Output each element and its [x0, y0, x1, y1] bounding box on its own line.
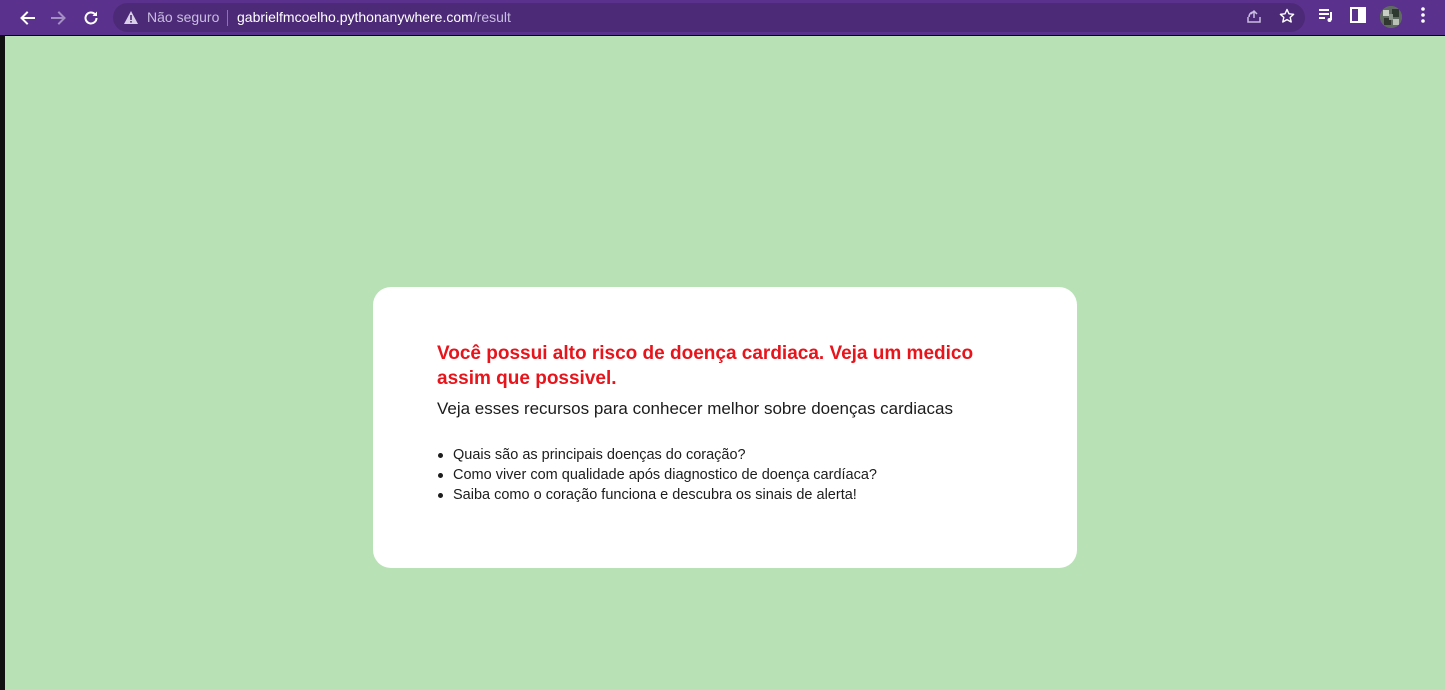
address-bar[interactable]: Não seguro gabrielfmcoelho.pythonanywher… [113, 3, 1305, 32]
risk-warning-title: Você possui alto risco de doença cardiac… [437, 343, 974, 389]
reading-list-button[interactable] [1315, 6, 1337, 28]
share-icon [1246, 8, 1262, 29]
browser-menu-button[interactable] [1412, 6, 1434, 28]
resource-item: Saiba como o coração funciona e descubra… [437, 485, 1037, 505]
url-text[interactable]: gabrielfmcoelho.pythonanywhere.com/resul… [237, 9, 511, 26]
browser-toolbar: Não seguro gabrielfmcoelho.pythonanywher… [0, 0, 1445, 35]
arrow-right-icon [50, 9, 68, 27]
resources-list: Quais são as principais doenças do coraç… [437, 445, 1037, 505]
profile-avatar[interactable] [1380, 6, 1402, 28]
back-button[interactable] [14, 5, 40, 31]
resource-item: Como viver com qualidade após diagnostic… [437, 465, 1037, 485]
star-icon [1279, 8, 1295, 29]
reload-button[interactable] [78, 5, 104, 31]
resource-item: Quais são as principais doenças do coraç… [437, 445, 1037, 465]
kebab-menu-icon [1420, 6, 1426, 29]
result-card: Você possui alto risco de doença cardiac… [373, 287, 1077, 568]
page-viewport: Você possui alto risco de doença cardiac… [5, 36, 1445, 690]
resources-intro: Veja esses recursos para conhecer melhor… [437, 399, 953, 418]
share-button[interactable] [1244, 8, 1264, 28]
forward-button[interactable] [46, 5, 72, 31]
omnibox-divider [227, 10, 228, 26]
reload-icon [82, 9, 100, 27]
warning-triangle-icon[interactable] [123, 10, 139, 25]
side-panel-button[interactable] [1347, 6, 1369, 28]
url-host: gabrielfmcoelho.pythonanywhere.com [237, 9, 473, 25]
reading-list-icon [1317, 6, 1335, 29]
security-status-label[interactable]: Não seguro [147, 9, 219, 26]
arrow-left-icon [18, 9, 36, 27]
side-panel-icon [1349, 6, 1367, 29]
bookmark-button[interactable] [1277, 8, 1297, 28]
url-path: /result [472, 9, 511, 25]
